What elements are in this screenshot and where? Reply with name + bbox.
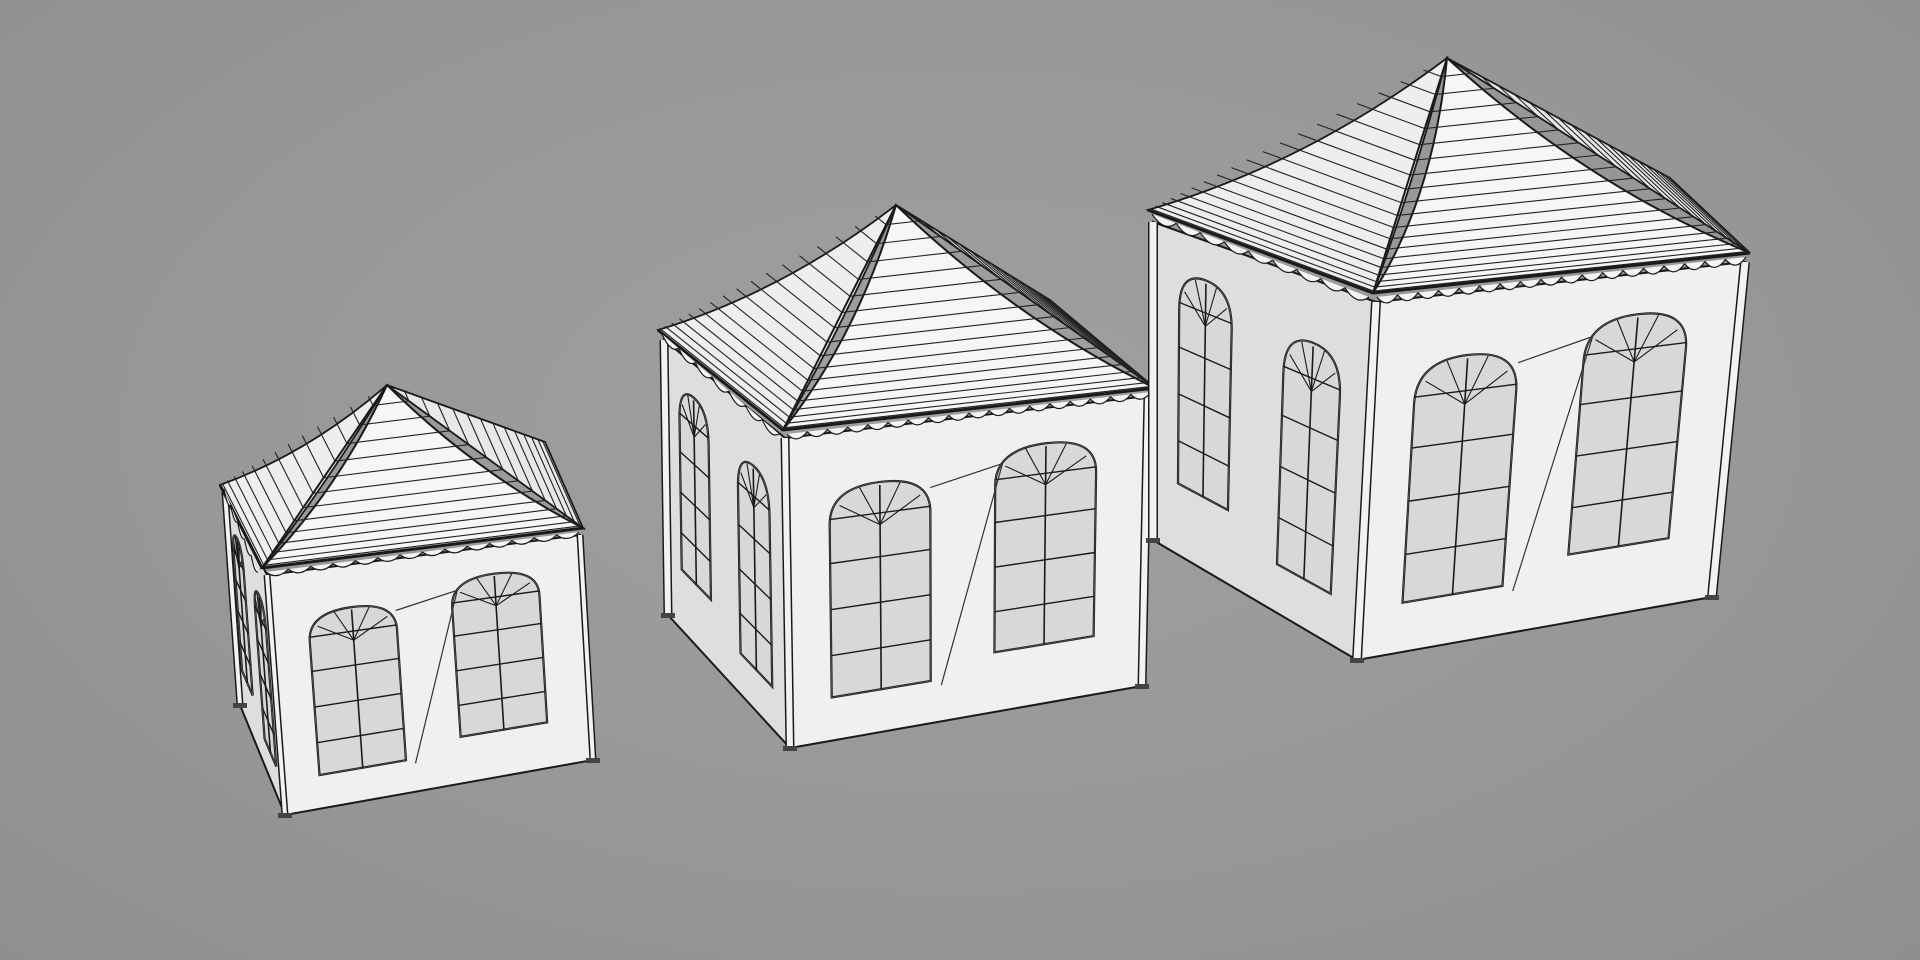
side-window-back (1176, 277, 1233, 512)
post-foot-plate (278, 813, 292, 818)
side-window-back (678, 393, 713, 603)
front-window-left (828, 479, 932, 699)
post-foot-plate (1350, 658, 1364, 663)
post-foot-plate (1705, 595, 1719, 600)
front-window-right (1567, 312, 1688, 556)
side-window-front (1275, 339, 1342, 596)
post-foot-plate (661, 613, 675, 618)
side-window-front (736, 460, 774, 690)
front-window-left (308, 605, 408, 777)
post-foot-plate (1135, 684, 1149, 689)
tent-render-scene (218, 55, 1751, 818)
post-foot-plate (1146, 538, 1160, 543)
pagoda-tent-small (218, 383, 600, 818)
post-foot-plate (783, 746, 797, 751)
render-viewport (0, 0, 1920, 960)
post-foot-plate (233, 703, 247, 708)
front-window-left (1401, 353, 1518, 605)
post-foot-plate (586, 758, 600, 763)
pagoda-tent-large (1145, 55, 1751, 663)
front-window-right (993, 441, 1098, 654)
pagoda-tent-medium (656, 203, 1159, 751)
front-window-right (451, 571, 549, 739)
